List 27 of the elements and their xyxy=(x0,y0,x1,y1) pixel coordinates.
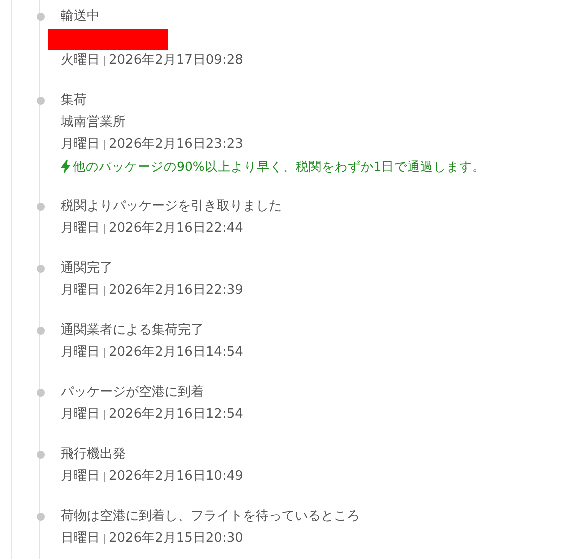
event-day: 月曜日 xyxy=(61,466,100,488)
event-day: 月曜日 xyxy=(61,342,100,364)
event-time: 2026年2月16日22:44 xyxy=(109,220,244,238)
event-time: 2026年2月15日20:30 xyxy=(109,530,244,548)
event-title: 飛行機出発 xyxy=(61,446,127,464)
speed-note: 他のパッケージの90%以上より早く、税関をわずか1日で通過します。 xyxy=(73,158,486,176)
event-time: 2026年2月16日12:54 xyxy=(109,406,244,424)
event-title: 集荷 xyxy=(61,92,88,110)
event-time: 2026年2月16日22:39 xyxy=(109,282,244,300)
event-title: 荷物は空港に到着し、フライトを待っているところ xyxy=(61,508,361,526)
event-day: 月曜日 xyxy=(61,404,100,426)
event-time: 2026年2月17日09:28 xyxy=(109,52,244,70)
event-title: パッケージが空港に到着 xyxy=(61,384,205,402)
event-day: 月曜日 xyxy=(61,218,100,240)
event-day: 日曜日 xyxy=(61,528,100,550)
lightning-icon xyxy=(61,160,71,174)
event-title: 通関完了 xyxy=(61,260,114,278)
event-day: 月曜日 xyxy=(61,134,100,156)
event-title: 通関業者による集荷完了 xyxy=(61,322,205,340)
event-time: 2026年2月16日10:49 xyxy=(109,468,244,486)
event-day: 月曜日 xyxy=(61,280,100,302)
event-title: 税関よりパッケージを引き取りました xyxy=(61,198,283,216)
event-location: 城南営業所 xyxy=(61,114,127,132)
event-day: 火曜日 xyxy=(61,50,100,72)
event-time: 2026年2月16日23:23 xyxy=(109,136,244,154)
event-title: 輸送中 xyxy=(61,8,101,26)
event-time: 2026年2月16日14:54 xyxy=(109,344,244,362)
